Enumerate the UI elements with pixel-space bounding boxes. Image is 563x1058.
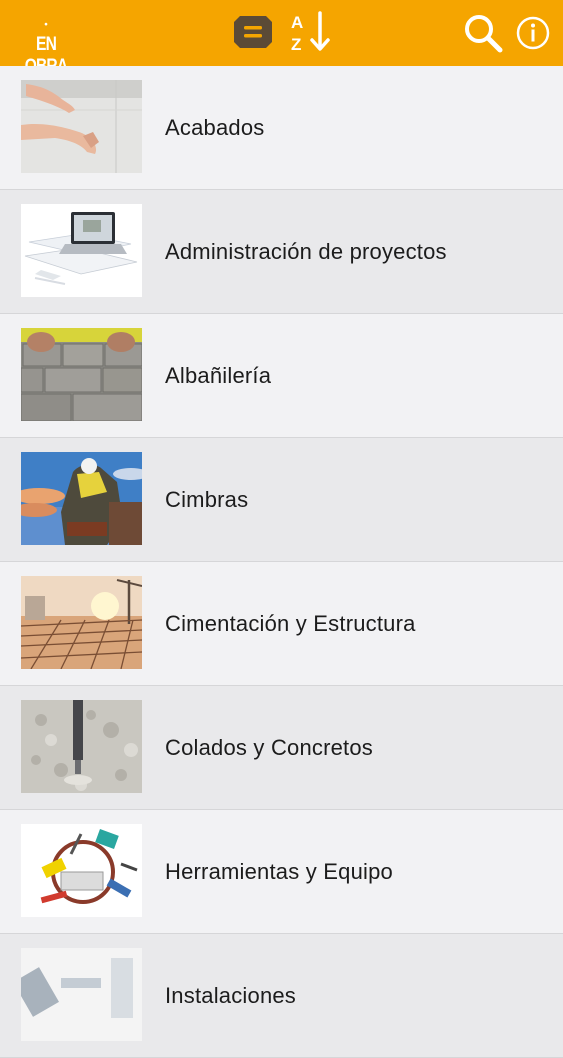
laptop-blueprints-image <box>21 204 142 297</box>
category-row-administracion[interactable]: Administración de proyectos <box>0 190 563 314</box>
svg-text:Z: Z <box>291 35 301 54</box>
tools-circle-image <box>21 824 142 917</box>
concrete-block-wall-image <box>21 328 142 421</box>
category-label: Cimbras <box>165 487 249 512</box>
construction-worker-sky-image <box>21 452 142 545</box>
concrete-vibrator-image <box>21 700 142 793</box>
category-label: Albañilería <box>165 363 272 388</box>
search-icon[interactable] <box>462 12 504 54</box>
sort-az-icon[interactable]: A Z <box>288 10 332 54</box>
category-label: Colados y Concretos <box>165 735 374 760</box>
category-label: Acabados <box>165 115 265 140</box>
category-toggle-icon[interactable] <box>232 14 274 50</box>
category-row-herramientas[interactable]: Herramientas y Equipo <box>0 810 563 934</box>
category-row-acabados[interactable]: Acabados <box>0 66 563 190</box>
category-label: Instalaciones <box>165 983 297 1008</box>
category-row-instalaciones[interactable]: Instalaciones <box>0 934 563 1058</box>
rebar-sunset-crane-image <box>21 576 142 669</box>
pipes-image <box>21 948 142 1041</box>
category-label: Administración de proyectos <box>165 239 447 264</box>
category-label: Cimentación y Estructura <box>165 611 416 636</box>
enobra-logo: •EN OBRA• REVISTA DIGITAL <box>22 19 69 100</box>
category-row-colados[interactable]: Colados y Concretos <box>0 686 563 810</box>
app-header: •EN OBRA• REVISTA DIGITAL A Z <box>0 0 563 100</box>
category-list: Acabados Administración de proyectos Alb… <box>0 66 563 1058</box>
wall-tiles-hands-image <box>21 80 142 173</box>
info-icon[interactable] <box>515 15 551 51</box>
category-row-cimbras[interactable]: Cimbras <box>0 438 563 562</box>
svg-text:A: A <box>291 13 303 32</box>
category-row-albanileria[interactable]: Albañilería <box>0 314 563 438</box>
category-row-cimentacion[interactable]: Cimentación y Estructura <box>0 562 563 686</box>
category-label: Herramientas y Equipo <box>165 859 393 884</box>
